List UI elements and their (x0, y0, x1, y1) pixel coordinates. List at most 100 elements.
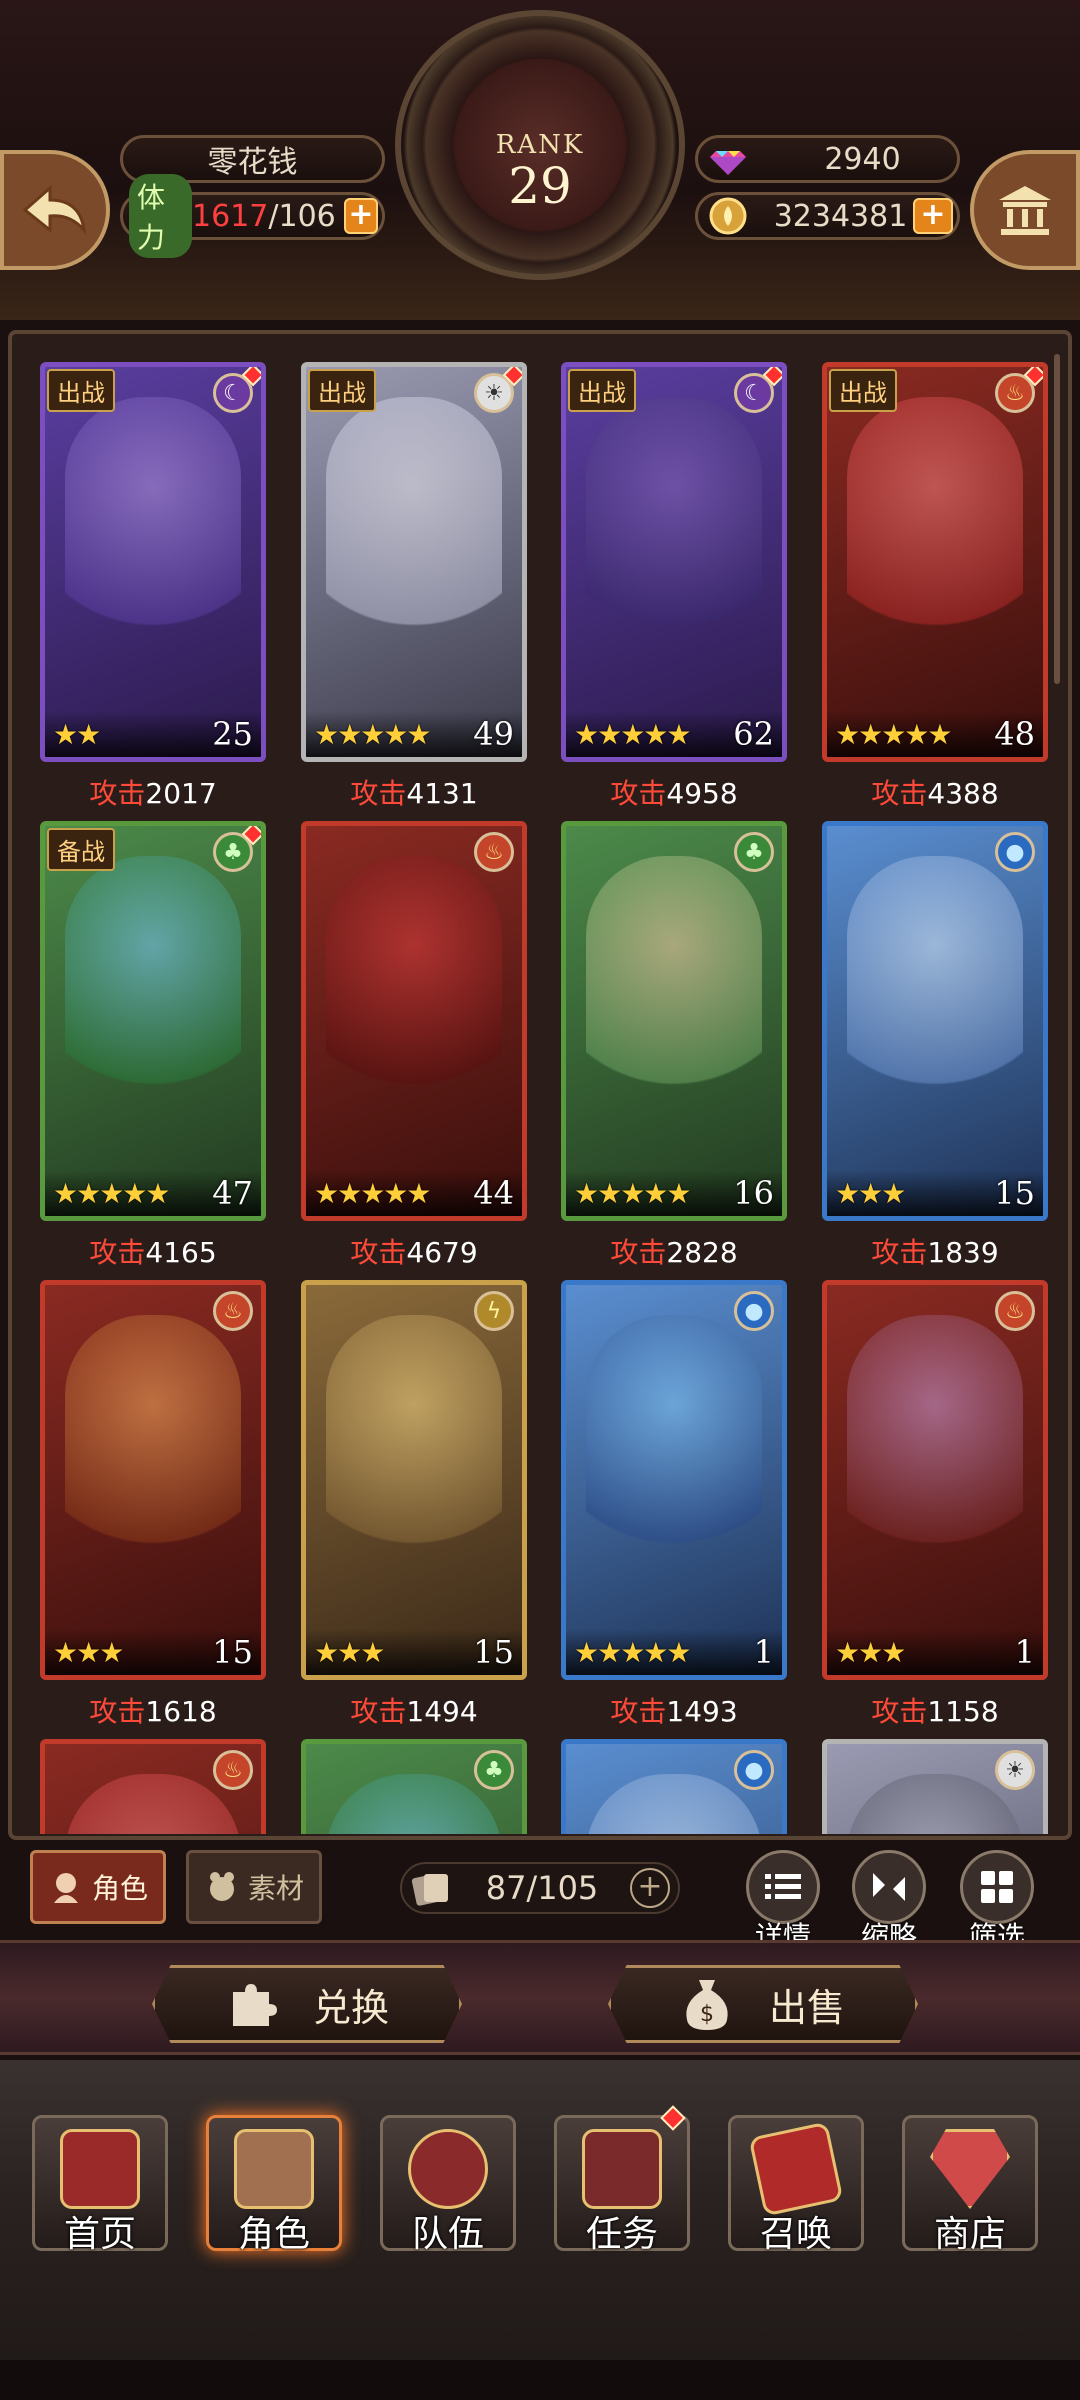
material-icon (209, 1872, 234, 1901)
character-level: 16 (733, 1174, 774, 1212)
character-portrait (586, 397, 762, 697)
player-name-text: 零花钱 (207, 145, 298, 180)
grid-scrollbar[interactable] (1054, 354, 1060, 684)
gold-balance: 3234381 + (695, 192, 960, 240)
character-icon (53, 1873, 78, 1903)
card-footer: ★★★★★ 47 (45, 1170, 261, 1216)
stamina-bar: 体力 1617 /106 + (120, 174, 385, 258)
attack-label: 攻击 (610, 1695, 667, 1728)
nav-shop[interactable]: 商店 (902, 2115, 1038, 2275)
nav-home[interactable]: 首页 (32, 2115, 168, 2275)
character-card[interactable]: ♨ ★★★ 15 (40, 1280, 266, 1680)
summon-card-icon (748, 2121, 844, 2217)
character-portrait (65, 1315, 241, 1615)
character-card[interactable]: 出战 ☀ ★★★★★ 49 (301, 362, 527, 762)
card-footer: ★★★ 15 (45, 1629, 261, 1675)
character-card[interactable]: 出战 ☾ ★★ 25 (40, 362, 266, 762)
character-card[interactable]: ● ★★★ 15 (822, 821, 1048, 1221)
filter-button[interactable]: 筛选 (960, 1850, 1034, 1953)
thunder-element-icon: ϟ (474, 1291, 514, 1331)
nav-roles-label: 角色 (237, 2214, 310, 2255)
nav-summon[interactable]: 召唤 (728, 2115, 864, 2275)
sell-button[interactable]: $ 出售 (608, 1965, 918, 2043)
money-bag-icon: $ (686, 1980, 728, 2030)
bank-button[interactable] (970, 150, 1080, 270)
attack-label: 攻击 (871, 777, 928, 810)
character-card[interactable]: ♨ ★★★ 1 (822, 1280, 1048, 1680)
character-card[interactable]: ● (561, 1739, 787, 1834)
attack-value: 4131 (406, 777, 478, 810)
star-rating: ★★★★★ (314, 717, 432, 751)
nav-summon-label: 召唤 (759, 2214, 832, 2255)
wood-element-icon: ♣ (474, 1750, 514, 1790)
character-level: 48 (994, 715, 1035, 753)
character-card[interactable]: 出战 ☾ ★★★★★ 62 (561, 362, 787, 762)
attack-value: 2828 (666, 1236, 738, 1269)
tab-roles[interactable]: 角色 (30, 1850, 166, 1924)
nav-quests[interactable]: 任务 (554, 2105, 690, 2275)
character-card[interactable]: ♨ (40, 1739, 266, 1834)
deploy-status-tag: 备战 (47, 828, 115, 871)
stamina-max: /106 (268, 198, 336, 234)
add-stamina-button[interactable]: + (343, 198, 378, 234)
gem-count: 2940 (824, 141, 901, 177)
card-footer: ★★ 25 (45, 711, 261, 757)
attack-value: 2017 (145, 777, 217, 810)
character-card[interactable]: ♣ ★★★★★ 16 (561, 821, 787, 1221)
add-gold-button[interactable]: + (913, 198, 953, 234)
character-level: 49 (473, 715, 514, 753)
card-footer: ★★★★★ 49 (306, 711, 522, 757)
gem-balance: 2940 (695, 135, 960, 183)
gold-count: 3234381 (773, 198, 908, 234)
character-card[interactable]: ♣ (301, 1739, 527, 1834)
character-card[interactable]: ϟ ★★★ 15 (301, 1280, 527, 1680)
water-element-icon: ● (995, 832, 1035, 872)
fire-element-icon: ♨ (213, 1750, 253, 1790)
details-button[interactable]: 详情 (746, 1850, 820, 1953)
action-band: 兑换 $ 出售 (0, 1940, 1080, 2055)
attack-label: 攻击 (350, 1695, 407, 1728)
stamina-current: 1617 (192, 198, 269, 234)
character-card[interactable]: ♨ ★★★★★ 44 (301, 821, 527, 1221)
character-card[interactable]: ● ★★★★★ 1 (561, 1280, 787, 1680)
star-rating: ★★★ (314, 1635, 385, 1669)
character-card[interactable]: 出战 ♨ ★★★★★ 48 (822, 362, 1048, 762)
attack-value: 4388 (927, 777, 999, 810)
fire-element-icon: ♨ (995, 1291, 1035, 1331)
bank-icon (999, 186, 1051, 235)
gem-icon (710, 151, 746, 175)
rank-value: 29 (508, 157, 572, 215)
attack-label: 攻击 (350, 1236, 407, 1269)
bottom-navigation: 首页 角色 队伍 任务 召唤 商店 (0, 2060, 1080, 2400)
nav-team[interactable]: 队伍 (380, 2115, 516, 2275)
filter-grid-icon (981, 1871, 1013, 1903)
character-card[interactable]: ☀ (822, 1739, 1048, 1834)
attack-stat: 攻击1493 (561, 1690, 787, 1730)
card-footer: ★★★ 15 (827, 1170, 1043, 1216)
nav-home-label: 首页 (63, 2214, 136, 2255)
card-capacity: 87/105 + (400, 1862, 680, 1914)
grid-toolbar: 角色 素材 87/105 + 详情 缩略 筛选 (0, 1830, 1080, 1953)
expand-capacity-button[interactable]: + (630, 1868, 670, 1908)
team-emblem-icon (408, 2129, 488, 2209)
tab-materials[interactable]: 素材 (186, 1850, 322, 1924)
character-portrait (326, 1315, 502, 1615)
exchange-button[interactable]: 兑换 (152, 1965, 462, 2043)
attack-stat: 攻击4131 (301, 772, 527, 812)
star-rating: ★★★★★ (835, 717, 953, 751)
collapse-button[interactable]: 缩略 (852, 1850, 926, 1953)
star-rating: ★★★ (835, 1635, 906, 1669)
character-portrait (586, 1315, 762, 1615)
star-rating: ★★★★★ (53, 1176, 171, 1210)
character-card[interactable]: 备战 ♣ ★★★★★ 47 (40, 821, 266, 1221)
svg-text:$: $ (700, 2002, 714, 2027)
character-level: 62 (733, 715, 774, 753)
collapse-icon (873, 1873, 905, 1901)
character-level: 15 (994, 1174, 1035, 1212)
fire-element-icon: ♨ (213, 1291, 253, 1331)
character-level: 15 (473, 1633, 514, 1671)
star-rating: ★★★★★ (574, 1176, 692, 1210)
attack-value: 1494 (406, 1695, 478, 1728)
nav-roles[interactable]: 角色 (206, 2115, 342, 2275)
star-rating: ★★★★★ (314, 1176, 432, 1210)
